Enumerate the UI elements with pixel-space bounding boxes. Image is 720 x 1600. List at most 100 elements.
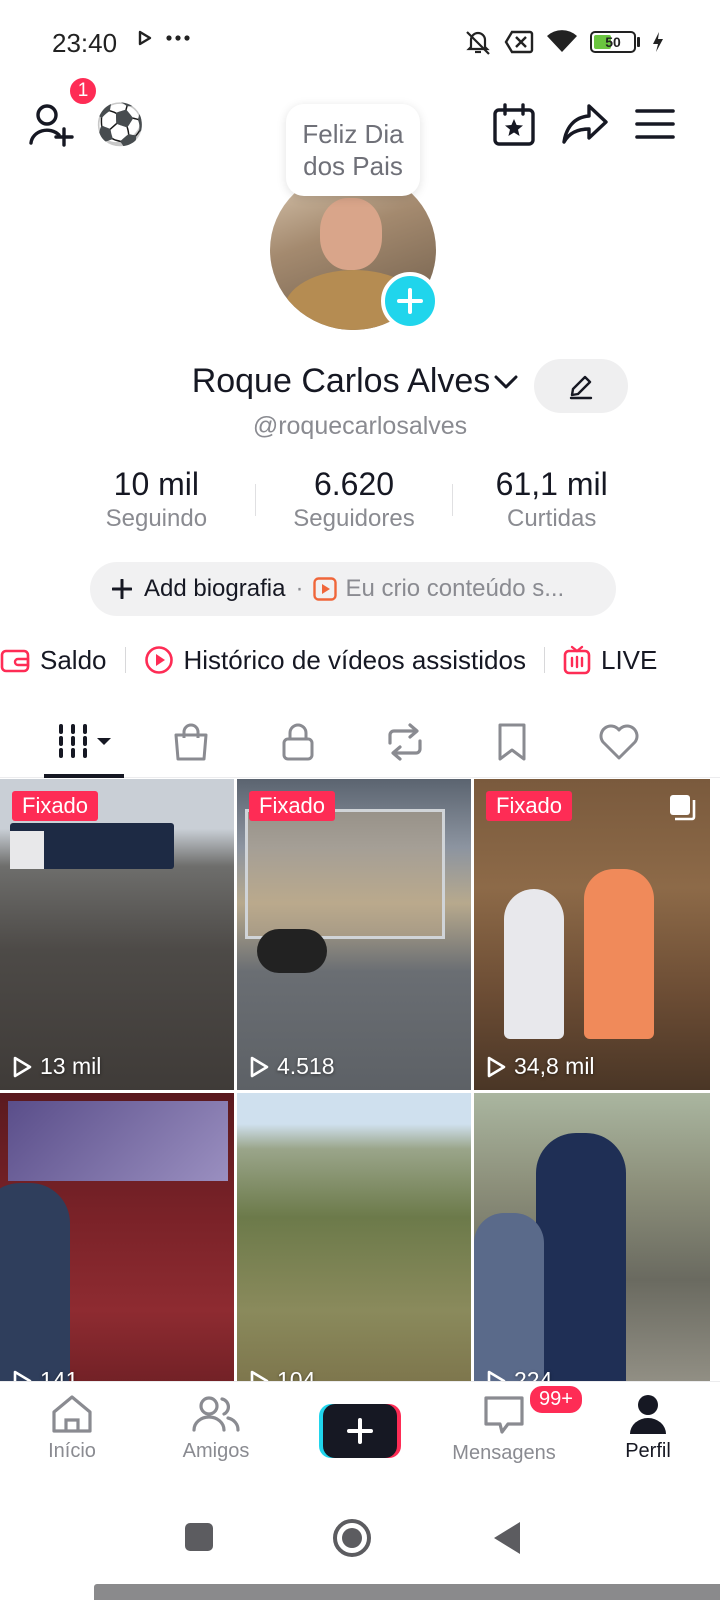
share-icon bbox=[562, 104, 608, 144]
video-thumbnail[interactable]: 141 bbox=[0, 1093, 234, 1381]
pinned-badge: Fixado bbox=[249, 791, 336, 821]
status-bubble[interactable]: Feliz Dia dos Pais bbox=[286, 104, 420, 196]
repost-icon bbox=[387, 722, 422, 761]
person-shape bbox=[474, 1213, 544, 1381]
menu-button[interactable] bbox=[634, 104, 676, 144]
watch-history-label: Histórico de vídeos assistidos bbox=[183, 644, 526, 675]
nav-messages-label: Mensagens bbox=[452, 1442, 556, 1464]
add-friend-icon bbox=[29, 104, 74, 147]
plus-icon bbox=[112, 579, 132, 599]
tab-liked[interactable] bbox=[565, 706, 672, 777]
profile-username: @roquecarlosalves bbox=[252, 412, 468, 440]
nav-friends[interactable]: Amigos bbox=[144, 1382, 288, 1481]
play-outline-icon bbox=[487, 1056, 506, 1077]
bio-pill[interactable]: Add biografia · Eu crio conteúdo s... bbox=[90, 562, 616, 616]
stat-following[interactable]: 10 mil Seguindo bbox=[58, 464, 255, 534]
add-friend-button[interactable]: 1 bbox=[28, 76, 98, 148]
quick-link-separator bbox=[124, 647, 126, 673]
truck-cab bbox=[10, 831, 44, 869]
add-bio-label[interactable]: Add biografia bbox=[144, 575, 285, 603]
live-calendar-icon bbox=[563, 645, 591, 675]
view-count-value: 224 bbox=[514, 1367, 553, 1381]
pinned-badge: Fixado bbox=[12, 791, 99, 821]
video-thumbnail[interactable]: Fixado 4.518 bbox=[237, 779, 471, 1090]
profile-tabs bbox=[0, 706, 720, 778]
charging-icon bbox=[653, 32, 663, 52]
pencil-icon bbox=[569, 375, 593, 400]
friend-requests-badge: 1 bbox=[68, 76, 98, 106]
stat-value: 6.620 bbox=[313, 466, 395, 502]
message-icon bbox=[484, 1396, 524, 1434]
plus-icon bbox=[347, 1418, 373, 1444]
view-count-value: 141 bbox=[40, 1367, 79, 1381]
nav-profile-label: Perfil bbox=[625, 1440, 671, 1462]
play-outline-icon bbox=[250, 1056, 269, 1077]
video-thumbnail[interactable]: Fixado 34,8 mil bbox=[474, 779, 710, 1090]
tab-videos[interactable] bbox=[30, 706, 137, 778]
recent-apps-icon[interactable] bbox=[184, 1522, 214, 1552]
lock-icon bbox=[282, 723, 313, 760]
nav-messages[interactable]: 99+ Mensagens bbox=[432, 1382, 584, 1481]
status-time: 23:40 bbox=[52, 28, 118, 58]
share-button[interactable] bbox=[560, 100, 610, 148]
watch-history-link[interactable]: Histórico de vídeos assistidos bbox=[144, 645, 526, 676]
tab-saved[interactable] bbox=[458, 706, 565, 777]
creator-play-icon bbox=[313, 577, 338, 601]
create-button-face bbox=[323, 1404, 397, 1458]
shopping-bag-icon bbox=[174, 723, 207, 760]
live-link[interactable]: LIVE bbox=[563, 645, 657, 676]
bottom-navigation: Início Amigos 99+ Mensagens Perfil bbox=[0, 1381, 720, 1481]
live-label: LIVE bbox=[600, 644, 658, 675]
hamburger-menu-icon bbox=[635, 109, 675, 139]
stat-likes[interactable]: 61,1 mil Curtidas bbox=[453, 464, 650, 534]
profile-name[interactable]: Roque Carlos Alves bbox=[192, 362, 491, 401]
view-count-value: 104 bbox=[277, 1367, 316, 1381]
balance-link[interactable]: Saldo bbox=[0, 645, 107, 676]
stat-label: Seguidores bbox=[293, 505, 415, 532]
chevron-down-icon[interactable] bbox=[494, 374, 518, 390]
video-thumbnail[interactable]: 224 bbox=[474, 1093, 710, 1381]
blanket-shape bbox=[0, 1183, 70, 1381]
view-count: 4.518 bbox=[249, 1053, 335, 1080]
back-triangle-icon[interactable] bbox=[492, 1520, 522, 1556]
person-shape bbox=[536, 1133, 626, 1381]
stat-label: Curtidas bbox=[506, 505, 597, 532]
create-button[interactable] bbox=[319, 1404, 401, 1458]
sim-off-icon bbox=[504, 30, 534, 54]
creator-category-label[interactable]: Eu crio conteúdo s... bbox=[345, 575, 564, 603]
battery-icon: 50 bbox=[590, 31, 640, 53]
add-story-button[interactable] bbox=[381, 272, 439, 330]
video-thumbnail[interactable]: Fixado 13 mil bbox=[0, 779, 234, 1090]
play-outline-icon bbox=[13, 1370, 32, 1381]
home-circle-icon[interactable] bbox=[332, 1518, 372, 1558]
nav-home[interactable]: Início bbox=[0, 1382, 144, 1481]
view-count: 141 bbox=[12, 1367, 78, 1381]
truck-wheels bbox=[257, 929, 327, 973]
heart-icon bbox=[599, 724, 638, 759]
tab-private[interactable] bbox=[244, 706, 351, 777]
view-count: 13 mil bbox=[12, 1053, 101, 1080]
tab-shop[interactable] bbox=[137, 706, 244, 777]
nav-create[interactable] bbox=[288, 1382, 432, 1481]
quick-link-separator bbox=[543, 647, 545, 673]
nav-home-label: Início bbox=[48, 1440, 96, 1462]
status-left-icons bbox=[138, 30, 190, 46]
mute-icon bbox=[466, 31, 490, 55]
plus-icon bbox=[397, 288, 423, 314]
stat-label: Seguindo bbox=[105, 505, 208, 532]
active-tab-indicator bbox=[44, 774, 124, 778]
avatar-face bbox=[320, 198, 382, 270]
nav-profile[interactable]: Perfil bbox=[576, 1382, 720, 1481]
soccer-ball-icon[interactable]: ⚽ bbox=[95, 100, 145, 148]
battery-tip bbox=[637, 37, 640, 47]
home-icon bbox=[52, 1395, 92, 1433]
video-thumbnail[interactable]: 104 bbox=[237, 1093, 471, 1381]
stat-followers[interactable]: 6.620 Seguidores bbox=[256, 464, 453, 534]
play-outline-icon bbox=[13, 1056, 32, 1077]
tab-reposts[interactable] bbox=[351, 706, 458, 777]
video-grid-icon bbox=[58, 723, 111, 760]
view-count-value: 13 mil bbox=[40, 1053, 102, 1079]
edit-profile-button[interactable] bbox=[534, 359, 628, 413]
calendar-star-button[interactable] bbox=[491, 102, 537, 148]
view-count-value: 34,8 mil bbox=[514, 1053, 595, 1079]
